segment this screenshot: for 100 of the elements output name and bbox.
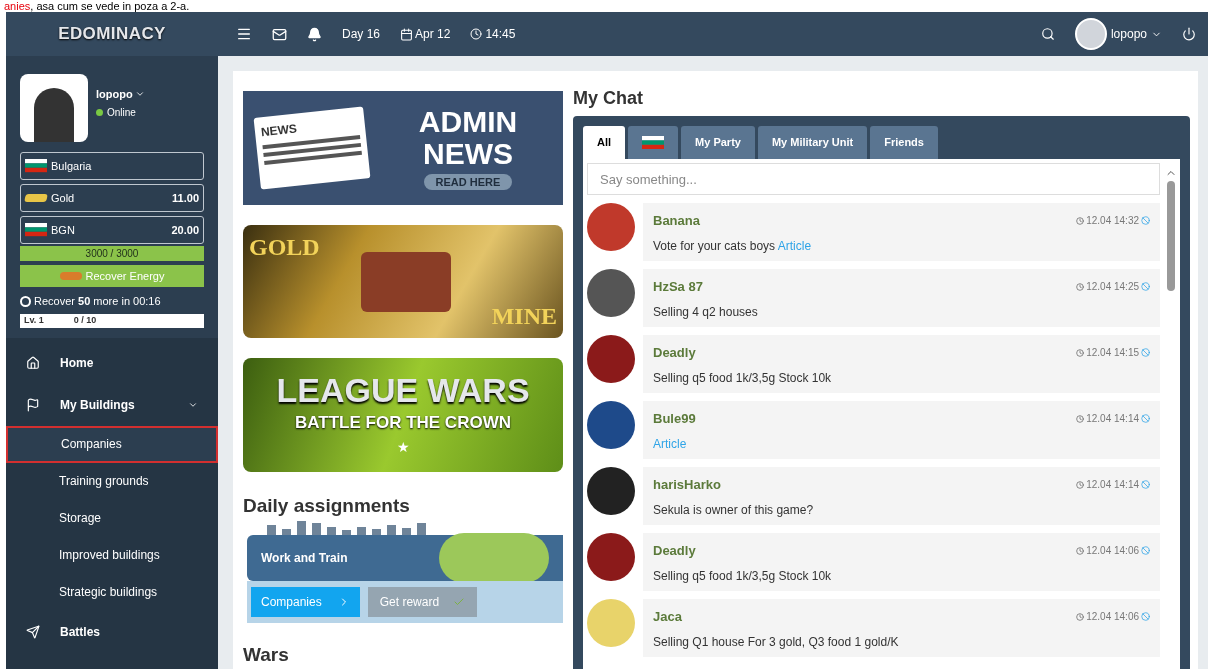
clock-icon <box>1076 216 1085 225</box>
clock-icon <box>1076 612 1085 621</box>
section-heading: Daily assignments <box>243 494 411 518</box>
message-text: Selling q5 food 1k/3,5g Stock 10k <box>653 370 832 385</box>
user-menu[interactable]: lopopo <box>1074 18 1162 50</box>
sender-name[interactable]: harisHarko <box>653 475 721 495</box>
nav-label: My Buildings <box>60 396 135 414</box>
recover-info: Recover 50 more in 00:16 <box>34 294 161 309</box>
flag-icon <box>642 135 665 150</box>
xp-value: 0 / 10 <box>73 313 97 327</box>
sender-name[interactable]: Jaca <box>653 607 682 627</box>
balance-label: Gold <box>51 190 75 206</box>
block-icon[interactable] <box>1141 348 1150 358</box>
message-time: 12.04 14:32 <box>1086 214 1139 229</box>
currency-label: BGN <box>51 222 75 238</box>
banner-title: GOLD <box>249 232 320 262</box>
avatar-icon <box>1074 18 1107 50</box>
submenu-item[interactable]: Storage <box>6 499 218 537</box>
submenu-item[interactable]: Companies <box>6 425 218 463</box>
banner-title: NEWS <box>423 137 513 170</box>
message-time: 12.04 14:15 <box>1086 346 1139 361</box>
section-heading: Wars <box>243 642 290 667</box>
nav-label: Home <box>60 354 94 372</box>
article-link[interactable]: Article <box>777 238 812 253</box>
block-icon[interactable] <box>1141 414 1150 424</box>
banner-subtitle: BATTLE FOR THE CROWN <box>295 411 511 434</box>
league-wars-banner[interactable]: LEAGUE WARS BATTLE FOR THE CROWN ★ <box>243 358 563 472</box>
message-time: 12.04 14:14 <box>1086 412 1139 427</box>
nav-item[interactable]: Home <box>6 341 218 384</box>
flag-icon <box>25 223 47 237</box>
clock-icon <box>1076 480 1085 489</box>
companies-button[interactable]: Companies <box>251 586 360 617</box>
block-icon[interactable] <box>1141 282 1150 292</box>
nav-item[interactable]: Battles <box>6 610 218 653</box>
chat-title: My Chat <box>573 87 644 110</box>
logo[interactable]: EDOMINACY <box>58 21 166 47</box>
message-time: 12.04 14:06 <box>1086 610 1139 625</box>
flag-icon <box>25 159 47 173</box>
chat-input[interactable]: Say something... <box>587 163 1160 195</box>
time-label: 14:45 <box>485 26 516 43</box>
date-label: Apr 12 <box>415 26 451 43</box>
message-text: Selling q5 food 1k/3,5g Stock 10k <box>653 568 832 583</box>
block-icon[interactable] <box>1141 480 1150 490</box>
block-icon[interactable] <box>1141 216 1150 226</box>
mine-banner[interactable]: GOLD MINE <box>243 224 563 339</box>
sender-name[interactable]: HzSa 87 <box>653 277 703 297</box>
power-icon[interactable] <box>1182 27 1196 41</box>
banner-title: MINE <box>491 302 557 332</box>
chat-tab[interactable]: All <box>583 126 626 159</box>
message-time: 12.04 14:14 <box>1086 478 1139 493</box>
block-icon[interactable] <box>1141 546 1150 556</box>
block-icon[interactable] <box>1141 612 1150 622</box>
day-label: Day 16 <box>342 26 381 43</box>
get-reward-button[interactable]: Get reward <box>367 586 478 617</box>
loading-ring-icon <box>20 295 31 307</box>
bread-icon <box>59 272 82 280</box>
nav-label: Battles <box>60 623 100 641</box>
chat-tab[interactable]: My Military Unit <box>757 126 868 159</box>
sender-name[interactable]: Deadly <box>653 343 696 363</box>
message-text: Selling Q1 house For 3 gold, Q3 food 1 gold/K <box>653 634 899 649</box>
admin-news-banner[interactable]: NEWS ADMIN NEWS READ HERE <box>243 91 563 205</box>
caption-text: anies, asa cum se vede in poza a 2-a. <box>4 0 190 12</box>
menu-icon[interactable] <box>236 26 252 42</box>
submenu-item[interactable]: Improved buildings <box>6 536 218 574</box>
country-label: Bulgaria <box>51 158 92 174</box>
banner-title: ADMIN <box>418 105 518 138</box>
ingot-icon <box>24 194 48 202</box>
sender-name[interactable]: Bule99 <box>653 409 696 429</box>
avatar-placeholder <box>20 74 88 142</box>
calendar-icon <box>400 27 414 41</box>
scrollbar-thumb[interactable] <box>1167 181 1175 291</box>
search-icon[interactable] <box>1040 27 1055 41</box>
sender-name[interactable]: Banana <box>653 211 700 231</box>
mail-icon[interactable] <box>272 26 287 42</box>
bell-icon[interactable] <box>307 26 322 42</box>
nav-item[interactable]: My Buildings <box>6 383 218 426</box>
username[interactable]: lopopo <box>96 86 133 103</box>
sender-name[interactable]: Deadly <box>653 541 696 561</box>
chat-tab[interactable]: Friends <box>870 126 938 159</box>
message-time: 12.04 14:06 <box>1086 544 1139 559</box>
submenu-item[interactable]: Strategic buildings <box>6 573 218 611</box>
submenu-item[interactable]: Training grounds <box>6 462 218 500</box>
message-time: 12.04 14:25 <box>1086 280 1139 295</box>
level-label: Lv. 1 <box>24 313 44 327</box>
flag-icon <box>26 397 40 412</box>
currency-amount: 20.00 <box>171 222 199 238</box>
paper-plane-icon <box>26 624 40 639</box>
chat-tab[interactable]: My Party <box>681 126 755 159</box>
chat-tab[interactable] <box>628 126 679 159</box>
clock-icon <box>1076 348 1085 357</box>
clock-icon <box>1076 546 1085 555</box>
article-link[interactable]: Article <box>653 436 687 451</box>
banner-title: LEAGUE WARS <box>276 371 530 408</box>
balance-amount: 11.00 <box>172 190 199 206</box>
star-icon: ★ <box>396 437 410 459</box>
home-icon <box>26 355 40 370</box>
assignment-title: Work and Train <box>261 549 348 567</box>
message-text: Sekula is owner of this game? <box>653 502 814 517</box>
message-text: Selling 4 q2 houses <box>653 304 758 319</box>
clock-icon <box>1076 282 1085 291</box>
